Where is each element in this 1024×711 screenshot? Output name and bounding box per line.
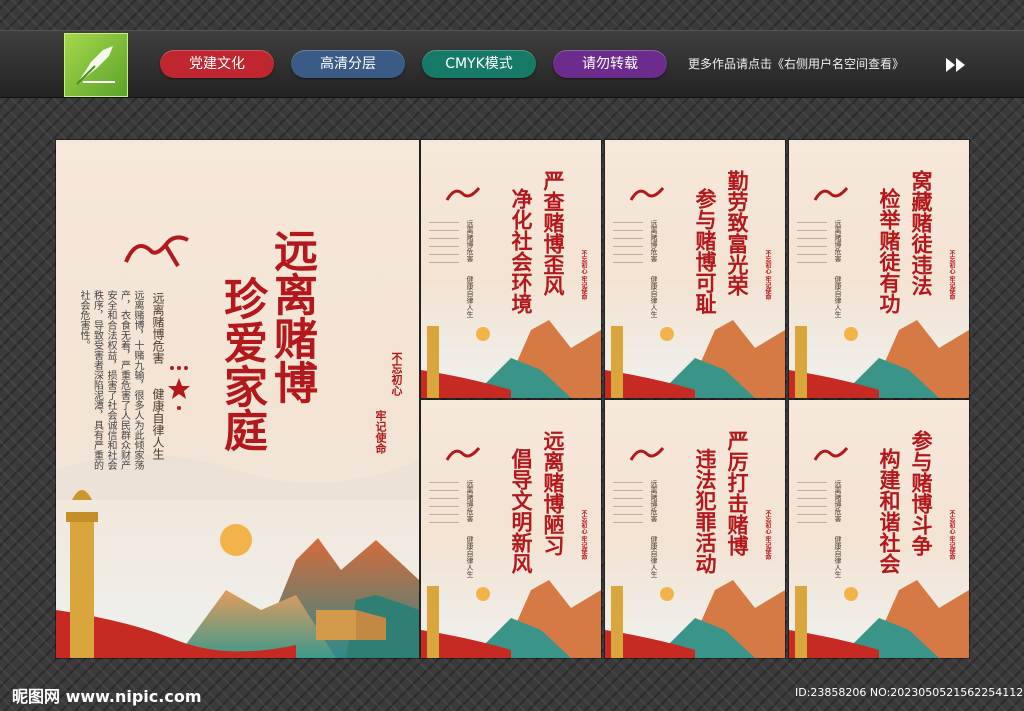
poster-sub-left: 远离赌博危害 bbox=[834, 220, 842, 262]
poster-title1: 严厉打击赌博 bbox=[725, 430, 750, 556]
seal-right: 牢记使命 bbox=[374, 410, 387, 454]
poster-sub-right: 健康自律人生 bbox=[650, 536, 658, 578]
small-poster-5: 严厉打击赌博 违法犯罪活动 远离赌博危害 健康自律人生 不忘初心 牢记使命 bbox=[605, 400, 785, 658]
poster-sub-right: 健康自律人生 bbox=[650, 276, 658, 318]
china-dream-logo bbox=[116, 228, 196, 272]
more-works-link[interactable]: 更多作品请点击《右侧用户名空间查看》 bbox=[688, 55, 904, 72]
tag-cmyk-mode[interactable]: CMYK模式 bbox=[422, 50, 536, 78]
poster-sub-left: 远离赌博危害 bbox=[466, 480, 474, 522]
poster-title2: 检举赌徒有功 bbox=[877, 188, 902, 314]
china-dream-logo bbox=[445, 447, 481, 461]
poster-title1: 窝藏赌徒违法 bbox=[909, 170, 934, 296]
poster-seal: 不忘初心 牢记使命 bbox=[764, 250, 771, 301]
poster-title2: 违法犯罪活动 bbox=[693, 448, 718, 574]
poster-sub-right: 健康自律人生 bbox=[466, 276, 474, 318]
seal-left: 不忘初心 bbox=[390, 352, 403, 396]
china-dream-logo bbox=[629, 187, 665, 201]
poster-sub-right: 健康自律人生 bbox=[466, 536, 474, 578]
poster-seal: 不忘初心 牢记使命 bbox=[948, 250, 955, 301]
main-title-line1: 远离赌博 bbox=[266, 228, 317, 404]
poster-sub-left: 远离赌博危害 bbox=[650, 480, 658, 522]
poster-title2: 倡导文明新风 bbox=[509, 448, 534, 574]
poster-seal: 不忘初心 牢记使命 bbox=[580, 250, 587, 301]
site-watermark: 昵图网 www.nipic.com bbox=[12, 687, 202, 706]
poster-title2: 参与赌博可耻 bbox=[693, 188, 718, 314]
small-poster-3: 窝藏赌徒违法 检举赌徒有功 远离赌博危害 健康自律人生 不忘初心 牢记使命 bbox=[789, 140, 969, 398]
main-title-line2: 珍爱家庭 bbox=[216, 276, 267, 452]
poster-title1: 参与赌博斗争 bbox=[909, 430, 934, 556]
poster-title2: 构建和谐社会 bbox=[877, 448, 902, 574]
poster-title1: 严查赌博歪风 bbox=[541, 170, 566, 296]
china-dream-logo bbox=[813, 187, 849, 201]
poster-title2: 净化社会环境 bbox=[509, 188, 534, 314]
site-logo[interactable] bbox=[64, 33, 128, 97]
poster-sub-left: 远离赌博危害 bbox=[650, 220, 658, 262]
star-decoration-icon bbox=[168, 366, 190, 410]
small-poster-1: 严查赌博歪风 净化社会环境 远离赌博危害 健康自律人生 不忘初心 牢记使命 bbox=[421, 140, 601, 398]
poster-sub-left: 远离赌博危害 bbox=[466, 220, 474, 262]
double-chevron-right-icon[interactable] bbox=[944, 56, 970, 74]
poster-seal: 不忘初心 牢记使命 bbox=[948, 510, 955, 561]
china-dream-logo bbox=[629, 447, 665, 461]
tag-party-culture[interactable]: 党建文化 bbox=[160, 50, 274, 78]
pen-tool-icon bbox=[76, 46, 115, 85]
poster-title1: 勤劳致富光荣 bbox=[725, 170, 750, 296]
small-poster-4: 远离赌博陋习 倡导文明新风 远离赌博危害 健康自律人生 不忘初心 牢记使命 bbox=[421, 400, 601, 658]
poster-title1: 远离赌博陋习 bbox=[541, 430, 566, 556]
main-paragraph: 远离赌博，十赌九输，很多人为此倾家荡产，衣食无着，严重危害了人民群众财产安全和合… bbox=[78, 290, 143, 470]
small-poster-6: 参与赌博斗争 构建和谐社会 远离赌博危害 健康自律人生 不忘初心 牢记使命 bbox=[789, 400, 969, 658]
image-id: ID:23858206 NO:20230505215622541122 bbox=[795, 686, 1024, 699]
poster-seal: 不忘初心 牢记使命 bbox=[764, 510, 771, 561]
poster-seal: 不忘初心 牢记使命 bbox=[580, 510, 587, 561]
tag-no-repost[interactable]: 请勿转载 bbox=[553, 50, 667, 78]
poster-sub-left: 远离赌博危害 bbox=[834, 480, 842, 522]
small-poster-2: 勤劳致富光荣 参与赌博可耻 远离赌博危害 健康自律人生 不忘初心 牢记使命 bbox=[605, 140, 785, 398]
tag-hd-layers[interactable]: 高清分层 bbox=[291, 50, 405, 78]
main-poster: 远离赌博 珍爱家庭 远离赌博危害 健康自律人生 远离赌博，十赌九输，很多人为此倾… bbox=[56, 140, 419, 658]
poster-sub-right: 健康自律人生 bbox=[834, 276, 842, 318]
china-dream-logo bbox=[813, 447, 849, 461]
china-dream-logo bbox=[445, 187, 481, 201]
poster-sub-right: 健康自律人生 bbox=[834, 536, 842, 578]
